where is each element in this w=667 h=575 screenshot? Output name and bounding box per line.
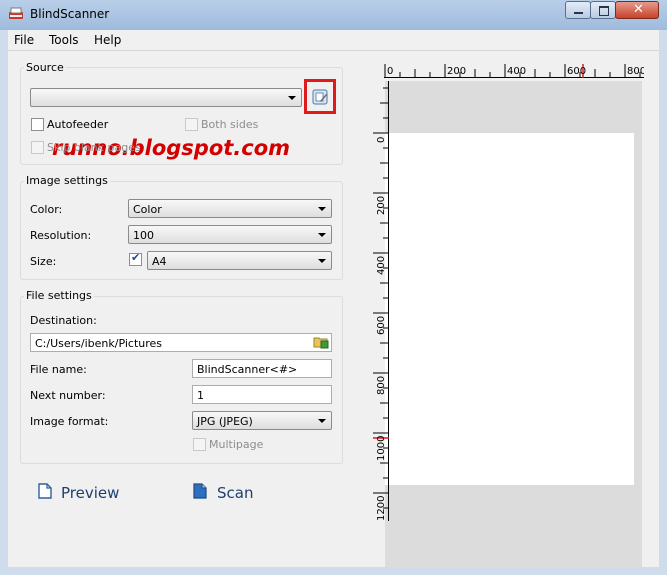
next-number-value: 1 bbox=[197, 389, 204, 402]
source-group-label: Source bbox=[24, 61, 66, 74]
menu-bar: File Tools Help bbox=[8, 30, 659, 51]
destination-field[interactable]: C:/Users/ibenk/Pictures bbox=[30, 333, 332, 352]
h-ruler-label: 600 bbox=[567, 66, 586, 77]
v-ruler-label: 400 bbox=[376, 256, 387, 275]
color-select-value: Color bbox=[133, 203, 162, 216]
chevron-down-icon bbox=[288, 96, 296, 100]
close-icon: ✕ bbox=[633, 2, 644, 17]
checkmark-icon: ✔ bbox=[131, 251, 141, 264]
vertical-ruler: 0 200 400 600 800 1000 1200 bbox=[373, 81, 389, 521]
size-select-value: A4 bbox=[152, 255, 167, 268]
maximize-button[interactable] bbox=[590, 1, 616, 19]
document-preview-icon bbox=[38, 483, 52, 502]
chevron-down-icon bbox=[318, 233, 326, 237]
skip-blank-pages-label: Skip blank pages bbox=[47, 141, 141, 154]
menu-help[interactable]: Help bbox=[94, 33, 121, 47]
preview-button[interactable]: Preview bbox=[36, 481, 136, 505]
browse-folder-icon[interactable] bbox=[313, 335, 329, 352]
v-ruler-label: 800 bbox=[376, 376, 387, 395]
v-ruler-label: 200 bbox=[376, 196, 387, 215]
file-name-label: File name: bbox=[30, 363, 87, 376]
v-ruler-label: 0 bbox=[376, 137, 387, 143]
file-settings-group-label: File settings bbox=[24, 289, 94, 302]
preview-page bbox=[385, 133, 634, 485]
v-ruler-label: 600 bbox=[376, 316, 387, 335]
resolution-label: Resolution: bbox=[30, 229, 92, 242]
color-select[interactable]: Color bbox=[128, 199, 332, 218]
h-ruler-label: 400 bbox=[507, 66, 526, 77]
next-number-field[interactable]: 1 bbox=[192, 385, 332, 404]
both-sides-label: Both sides bbox=[201, 118, 259, 131]
main-panel: Source runno.blogspot.com Autofeeder Bot… bbox=[8, 51, 659, 567]
h-ruler-label: 800 bbox=[627, 66, 644, 77]
chevron-down-icon bbox=[318, 207, 326, 211]
multipage-checkbox[interactable] bbox=[193, 438, 206, 451]
size-select[interactable]: A4 bbox=[147, 251, 332, 270]
preview-label: Preview bbox=[61, 484, 120, 502]
edit-settings-icon bbox=[312, 89, 329, 108]
document-scan-icon bbox=[193, 483, 207, 502]
maximize-icon bbox=[599, 6, 609, 16]
resolution-select[interactable]: 100 bbox=[128, 225, 332, 244]
both-sides-checkbox[interactable] bbox=[185, 118, 198, 131]
close-button[interactable]: ✕ bbox=[615, 1, 659, 19]
chevron-down-icon bbox=[318, 419, 326, 423]
color-label: Color: bbox=[30, 203, 63, 216]
image-format-value: JPG (JPEG) bbox=[197, 415, 253, 428]
h-ruler-label: 200 bbox=[447, 66, 466, 77]
minimize-icon bbox=[574, 12, 583, 14]
resolution-select-value: 100 bbox=[133, 229, 154, 242]
chevron-down-icon bbox=[318, 259, 326, 263]
destination-label: Destination: bbox=[30, 314, 97, 327]
v-ruler-label: 1000 bbox=[376, 436, 387, 461]
scan-label: Scan bbox=[217, 484, 254, 502]
destination-value: C:/Users/ibenk/Pictures bbox=[35, 337, 163, 350]
next-number-label: Next number: bbox=[30, 389, 106, 402]
menu-tools[interactable]: Tools bbox=[49, 33, 79, 47]
window-title: BlindScanner bbox=[30, 7, 110, 21]
title-bar[interactable]: BlindScanner ✕ bbox=[0, 0, 667, 30]
app-window: BlindScanner ✕ File Tools Help Source ru… bbox=[0, 0, 667, 575]
autofeeder-label: Autofeeder bbox=[47, 118, 109, 131]
file-name-value: BlindScanner<#> bbox=[197, 363, 298, 376]
file-name-field[interactable]: BlindScanner<#> bbox=[192, 359, 332, 378]
skip-blank-pages-checkbox[interactable] bbox=[31, 141, 44, 154]
image-format-select[interactable]: JPG (JPEG) bbox=[192, 411, 332, 430]
minimize-button[interactable] bbox=[565, 1, 591, 19]
v-ruler-label: 1200 bbox=[376, 496, 387, 521]
scanner-app-icon bbox=[8, 7, 24, 21]
source-device-select[interactable] bbox=[30, 88, 302, 107]
size-checkbox[interactable]: ✔ bbox=[129, 251, 142, 266]
size-label: Size: bbox=[30, 255, 57, 268]
image-format-label: Image format: bbox=[30, 415, 109, 428]
horizontal-ruler: 0 200 400 600 800 bbox=[384, 64, 644, 78]
multipage-label: Multipage bbox=[209, 438, 264, 451]
autofeeder-checkbox[interactable] bbox=[31, 118, 44, 131]
scan-button[interactable]: Scan bbox=[191, 481, 281, 505]
source-settings-button[interactable] bbox=[304, 79, 336, 114]
h-ruler-label: 0 bbox=[387, 66, 393, 77]
image-settings-group-label: Image settings bbox=[24, 174, 110, 187]
menu-file[interactable]: File bbox=[14, 33, 34, 47]
